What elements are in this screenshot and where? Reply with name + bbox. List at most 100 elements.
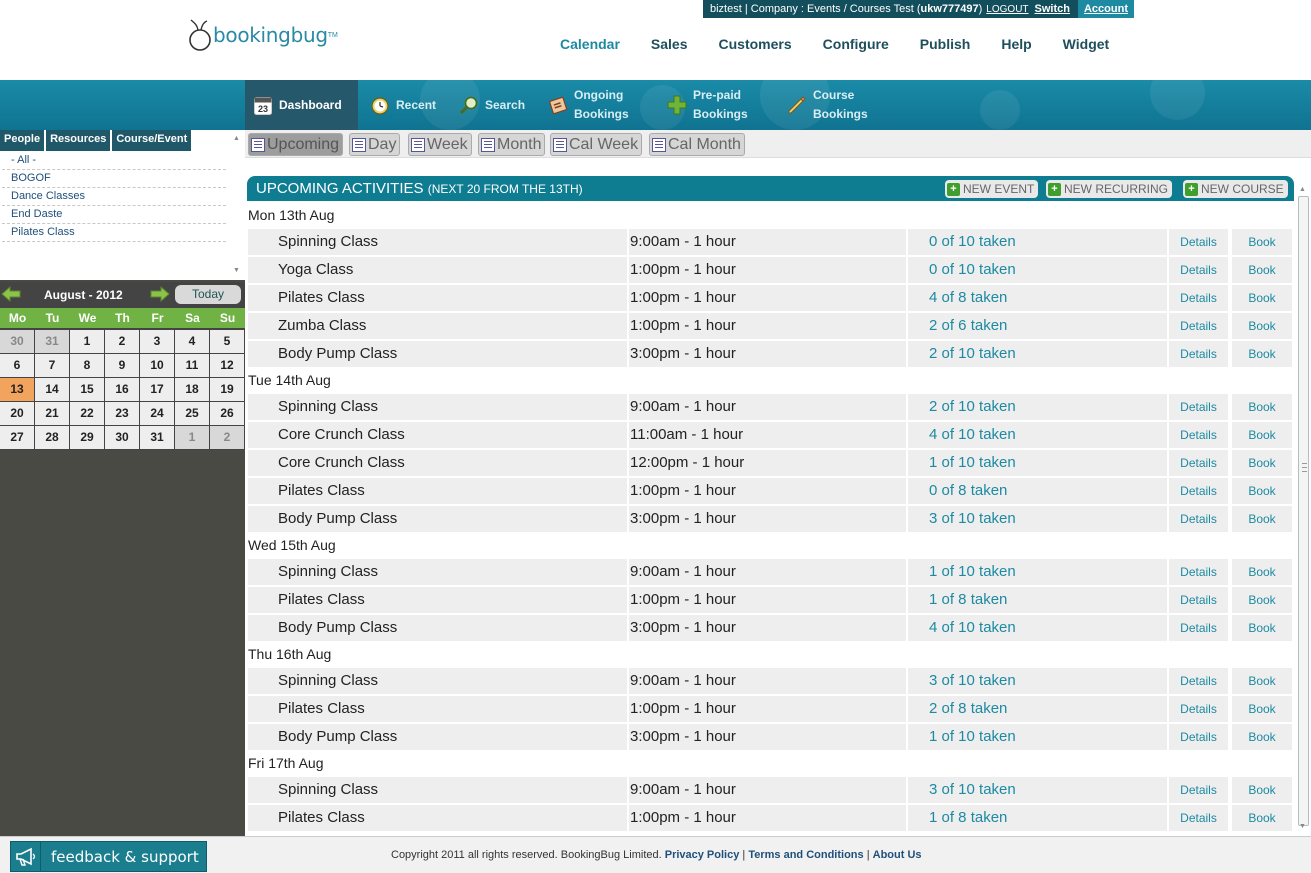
calendar-day[interactable]: 1 xyxy=(175,426,209,449)
nav-configure[interactable]: Configure xyxy=(823,36,889,52)
calendar-day[interactable]: 15 xyxy=(70,378,104,401)
calendar-day[interactable]: 5 xyxy=(210,330,244,353)
book-link[interactable]: Book xyxy=(1232,422,1292,448)
activity-capacity-link[interactable]: 2 of 6 taken xyxy=(908,313,1167,339)
calendar-day[interactable]: 22 xyxy=(70,402,104,425)
scroll-up-icon[interactable]: ▲ xyxy=(233,135,240,142)
calendar-day[interactable]: 20 xyxy=(0,402,34,425)
book-link[interactable]: Book xyxy=(1232,341,1292,367)
privacy-policy-link[interactable]: Privacy Policy xyxy=(665,849,740,861)
details-link[interactable]: Details xyxy=(1169,506,1228,532)
nav-help[interactable]: Help xyxy=(1001,36,1031,52)
calendar-day[interactable]: 12 xyxy=(210,354,244,377)
new-event-button[interactable]: + NEW EVENT xyxy=(945,180,1039,198)
scroll-up-icon[interactable]: ▲ xyxy=(1299,186,1306,193)
details-link[interactable]: Details xyxy=(1169,422,1228,448)
filter-tab-resources[interactable]: Resources xyxy=(46,130,111,151)
calendar-day[interactable]: 24 xyxy=(140,402,174,425)
details-link[interactable]: Details xyxy=(1169,587,1228,613)
calendar-day[interactable]: 30 xyxy=(105,426,139,449)
details-link[interactable]: Details xyxy=(1169,478,1228,504)
book-link[interactable]: Book xyxy=(1232,587,1292,613)
terms-link[interactable]: Terms and Conditions xyxy=(748,849,863,861)
filter-item[interactable]: Dance Classes xyxy=(2,188,226,206)
tab-dashboard[interactable]: 23 Dashboard xyxy=(245,80,358,130)
activity-capacity-link[interactable]: 4 of 10 taken xyxy=(908,422,1167,448)
prev-month-arrow-icon[interactable] xyxy=(1,285,21,303)
details-link[interactable]: Details xyxy=(1169,559,1228,585)
activity-capacity-link[interactable]: 1 of 8 taken xyxy=(908,805,1167,831)
book-link[interactable]: Book xyxy=(1232,777,1292,803)
details-link[interactable]: Details xyxy=(1169,668,1228,694)
about-us-link[interactable]: About Us xyxy=(873,849,922,861)
filter-scrollbar[interactable]: ▲ ▼ xyxy=(230,133,242,279)
calendar-day[interactable]: 4 xyxy=(175,330,209,353)
calendar-day[interactable]: 26 xyxy=(210,402,244,425)
book-link[interactable]: Book xyxy=(1232,559,1292,585)
book-link[interactable]: Book xyxy=(1232,668,1292,694)
today-button[interactable]: Today xyxy=(175,285,241,304)
calendar-day[interactable]: 2 xyxy=(105,330,139,353)
details-link[interactable]: Details xyxy=(1169,257,1228,283)
activity-capacity-link[interactable]: 0 of 10 taken xyxy=(908,229,1167,255)
tab-search[interactable]: Search xyxy=(459,80,539,130)
book-link[interactable]: Book xyxy=(1232,450,1292,476)
tab-ongoing-bookings[interactable]: Ongoing Bookings xyxy=(548,80,638,130)
calendar-day[interactable]: 14 xyxy=(35,378,69,401)
activity-capacity-link[interactable]: 0 of 8 taken xyxy=(908,478,1167,504)
activity-capacity-link[interactable]: 2 of 8 taken xyxy=(908,696,1167,722)
calendar-day[interactable]: 16 xyxy=(105,378,139,401)
nav-sales[interactable]: Sales xyxy=(651,36,688,52)
details-link[interactable]: Details xyxy=(1169,777,1228,803)
calendar-day[interactable]: 25 xyxy=(175,402,209,425)
filter-item[interactable]: End Daste xyxy=(2,206,226,224)
calendar-day[interactable]: 28 xyxy=(35,426,69,449)
calendar-day[interactable]: 21 xyxy=(35,402,69,425)
details-link[interactable]: Details xyxy=(1169,696,1228,722)
book-link[interactable]: Book xyxy=(1232,394,1292,420)
filter-item[interactable]: BOGOF xyxy=(2,170,226,188)
next-month-arrow-icon[interactable] xyxy=(150,285,170,303)
tab-prepaid-bookings[interactable]: Pre-paid Bookings xyxy=(667,80,757,130)
book-link[interactable]: Book xyxy=(1232,696,1292,722)
activity-capacity-link[interactable]: 1 of 10 taken xyxy=(908,724,1167,750)
details-link[interactable]: Details xyxy=(1169,313,1228,339)
view-cal-month-button[interactable]: Cal Month xyxy=(649,133,745,156)
book-link[interactable]: Book xyxy=(1232,478,1292,504)
details-link[interactable]: Details xyxy=(1169,341,1228,367)
calendar-day[interactable]: 27 xyxy=(0,426,34,449)
activity-capacity-link[interactable]: 1 of 10 taken xyxy=(908,559,1167,585)
main-scrollbar[interactable]: ▲ ▼ xyxy=(1296,186,1311,833)
filter-tab-course-event[interactable]: Course/Event xyxy=(112,130,192,151)
nav-calendar[interactable]: Calendar xyxy=(560,36,620,52)
calendar-day[interactable]: 10 xyxy=(140,354,174,377)
activity-capacity-link[interactable]: 3 of 10 taken xyxy=(908,506,1167,532)
calendar-day[interactable]: 31 xyxy=(140,426,174,449)
tab-course-bookings[interactable]: Course Bookings xyxy=(787,80,877,130)
scroll-thumb[interactable] xyxy=(1298,196,1309,826)
book-link[interactable]: Book xyxy=(1232,805,1292,831)
view-week-button[interactable]: Week xyxy=(408,133,472,156)
activity-capacity-link[interactable]: 1 of 8 taken xyxy=(908,587,1167,613)
activity-capacity-link[interactable]: 3 of 10 taken xyxy=(908,777,1167,803)
calendar-day[interactable]: 2 xyxy=(210,426,244,449)
book-link[interactable]: Book xyxy=(1232,257,1292,283)
calendar-day[interactable]: 29 xyxy=(70,426,104,449)
book-link[interactable]: Book xyxy=(1232,313,1292,339)
nav-widget[interactable]: Widget xyxy=(1063,36,1110,52)
calendar-day[interactable]: 23 xyxy=(105,402,139,425)
view-upcoming-button[interactable]: Upcoming xyxy=(248,133,344,156)
calendar-day[interactable]: 19 xyxy=(210,378,244,401)
calendar-day[interactable]: 13 xyxy=(0,378,34,401)
details-link[interactable]: Details xyxy=(1169,229,1228,255)
new-course-button[interactable]: + NEW COURSE xyxy=(1183,180,1288,198)
details-link[interactable]: Details xyxy=(1169,394,1228,420)
book-link[interactable]: Book xyxy=(1232,615,1292,641)
calendar-day[interactable]: 6 xyxy=(0,354,34,377)
activity-capacity-link[interactable]: 2 of 10 taken xyxy=(908,341,1167,367)
tab-recent[interactable]: Recent xyxy=(370,80,450,130)
details-link[interactable]: Details xyxy=(1169,805,1228,831)
bookingbug-logo[interactable]: bookingbug TM xyxy=(188,18,338,52)
view-day-button[interactable]: Day xyxy=(349,133,401,156)
activity-capacity-link[interactable]: 2 of 10 taken xyxy=(908,394,1167,420)
